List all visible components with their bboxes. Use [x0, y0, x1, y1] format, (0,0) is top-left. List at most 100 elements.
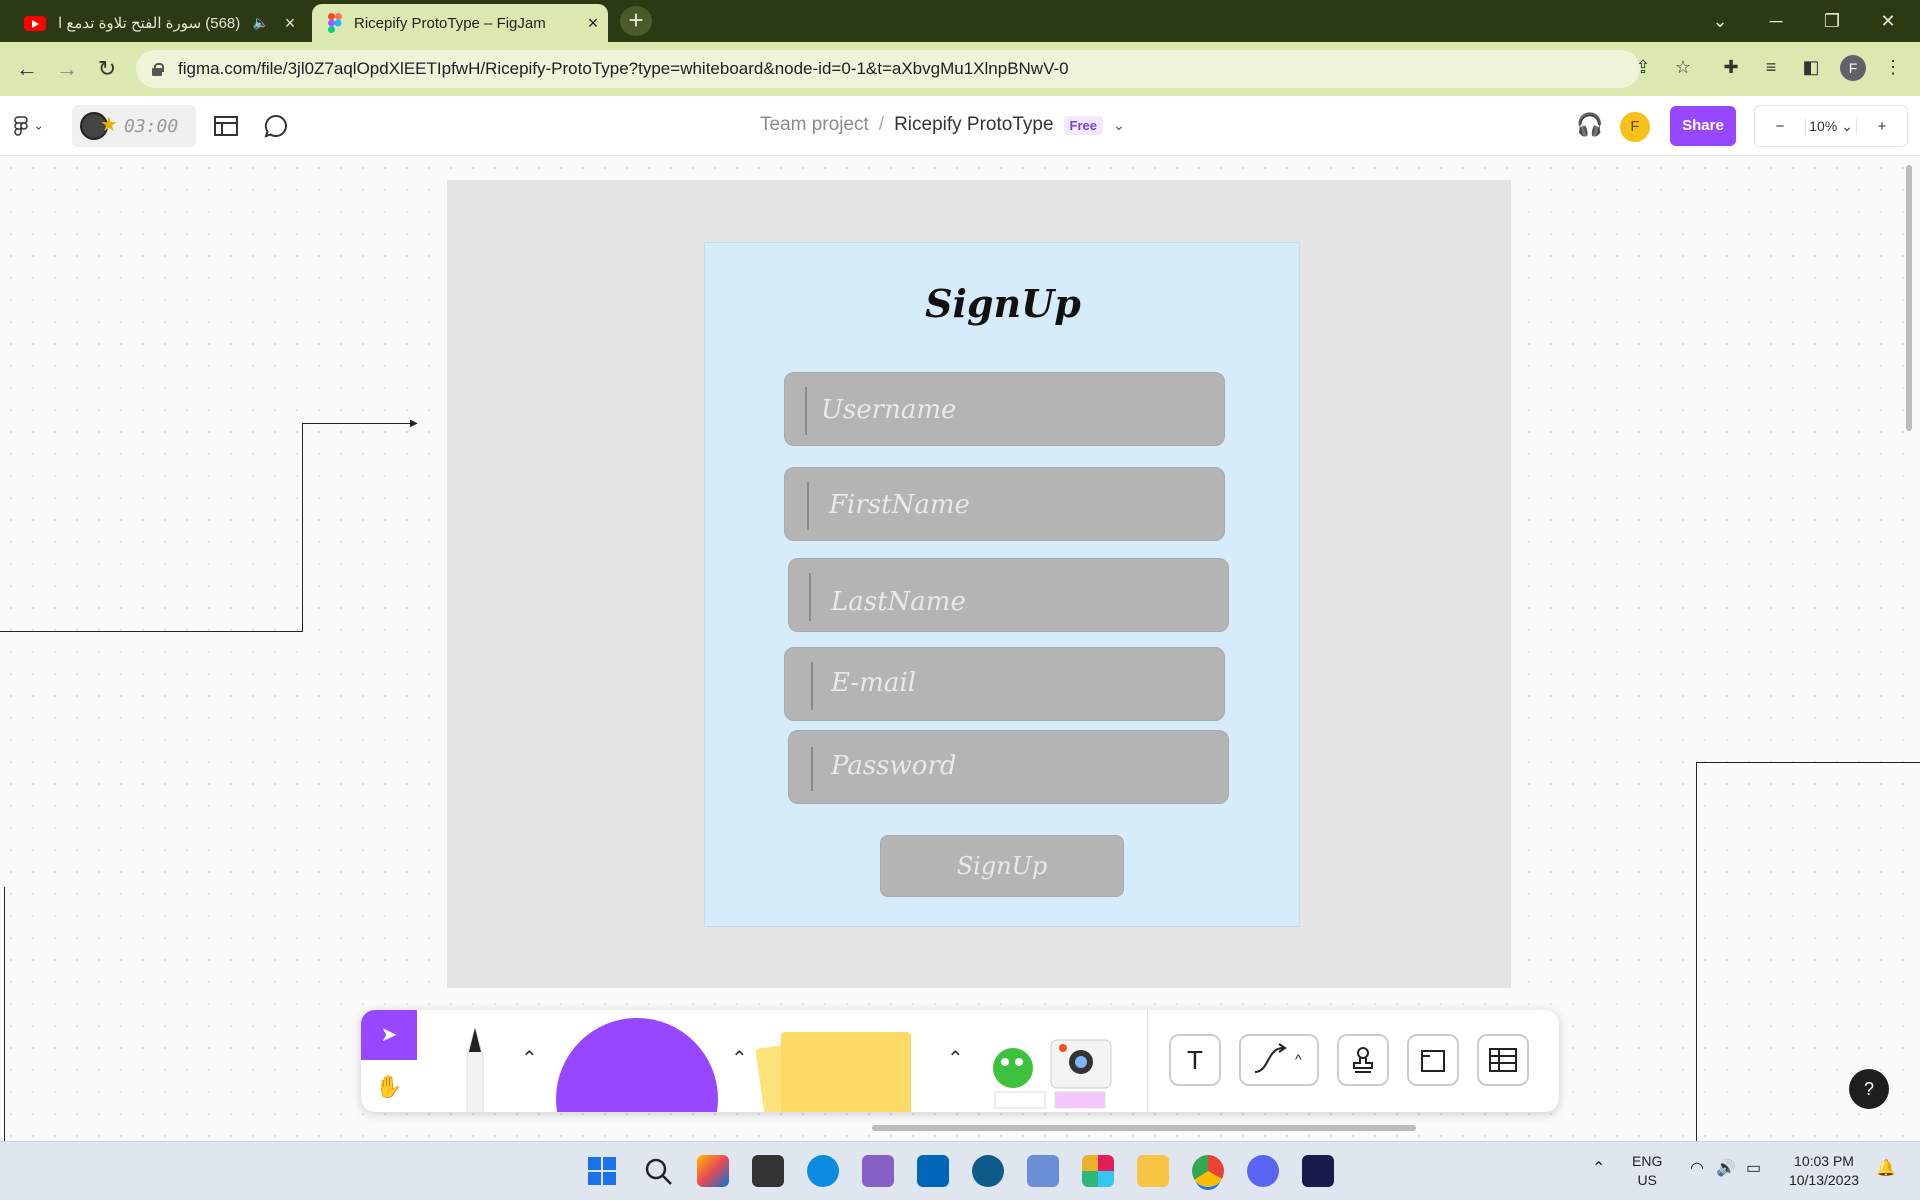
- tab-youtube[interactable]: (568) سورة الفتح تلاوة تدمع ا 🔈 ×: [0, 4, 305, 42]
- url-text[interactable]: figma.com/file/3jl0Z7aqlOpdXlEETIpfwH/Ri…: [178, 59, 1069, 79]
- reload-icon[interactable]: ↻: [90, 52, 124, 86]
- file-title[interactable]: Ricepify ProtoType: [894, 114, 1053, 136]
- connector-line[interactable]: [0, 631, 303, 632]
- breadcrumb-team[interactable]: Team project: [760, 114, 869, 136]
- chevron-up-icon[interactable]: ⌃: [947, 1046, 964, 1071]
- tab-figjam[interactable]: Ricepify ProtoType – FigJam ×: [312, 4, 608, 42]
- connector-tool-button[interactable]: ^: [1239, 1034, 1319, 1086]
- minimize-button[interactable]: ─: [1746, 6, 1806, 36]
- text-caret: [807, 482, 809, 530]
- visual-studio-icon[interactable]: [862, 1155, 894, 1187]
- share-button[interactable]: Share: [1670, 106, 1736, 146]
- shape-tool-button[interactable]: [556, 1018, 718, 1112]
- zoom-out-button[interactable]: −: [1755, 118, 1805, 135]
- address-bar[interactable]: figma.com/file/3jl0Z7aqlOpdXlEETIpfwH/Ri…: [136, 50, 1640, 88]
- comment-icon[interactable]: [260, 110, 292, 142]
- zoom-in-button[interactable]: +: [1857, 118, 1907, 135]
- text-tool-button[interactable]: T: [1169, 1034, 1221, 1086]
- lock-icon[interactable]: [150, 62, 164, 76]
- notification-bell-icon[interactable]: 🔔: [1876, 1158, 1896, 1178]
- lastname-field[interactable]: LastName: [788, 558, 1229, 632]
- table-tool-button[interactable]: [1477, 1034, 1529, 1086]
- photos-icon[interactable]: [1027, 1155, 1059, 1187]
- sticky-note-tool-button[interactable]: [781, 1032, 911, 1112]
- select-tool-button[interactable]: ➤: [361, 1010, 417, 1060]
- edge-icon[interactable]: [807, 1155, 839, 1187]
- horizontal-scrollbar[interactable]: [872, 1125, 1416, 1131]
- store-icon[interactable]: [917, 1155, 949, 1187]
- windows-start-icon[interactable]: [586, 1155, 618, 1187]
- username-placeholder: Username: [821, 395, 957, 425]
- user-avatar[interactable]: F: [1620, 112, 1650, 142]
- zoom-level: 10%: [1809, 117, 1838, 134]
- share-page-icon[interactable]: ⇪: [1628, 52, 1658, 82]
- new-tab-button[interactable]: +: [620, 6, 652, 36]
- chrome-menu-icon[interactable]: ⋮: [1878, 52, 1908, 82]
- volume-icon[interactable]: 🔊: [1716, 1158, 1736, 1178]
- timer-widget[interactable]: ★ 03:00: [72, 105, 196, 147]
- connector-line[interactable]: [302, 423, 414, 424]
- frame-edge[interactable]: [1696, 762, 1697, 1141]
- chrome-icon[interactable]: [1192, 1155, 1224, 1187]
- stamp-tool-button[interactable]: [1337, 1034, 1389, 1086]
- language-indicator[interactable]: ENG US: [1632, 1152, 1662, 1190]
- chevron-up-icon[interactable]: ⌃: [521, 1046, 538, 1071]
- password-placeholder: Password: [831, 751, 957, 781]
- frame-edge[interactable]: [1696, 762, 1920, 763]
- main-menu-button[interactable]: ⌄: [14, 114, 44, 137]
- firstname-field[interactable]: FirstName: [784, 467, 1225, 541]
- whiteboard-canvas[interactable]: ▶ SignUp Username FirstName LastName E-m…: [0, 157, 1920, 1141]
- copilot-preview-icon[interactable]: [697, 1155, 729, 1187]
- intellij-icon[interactable]: [1302, 1155, 1334, 1187]
- username-field[interactable]: Username: [784, 372, 1225, 446]
- task-view-icon[interactable]: [752, 1155, 784, 1187]
- signup-screen[interactable]: SignUp Username FirstName LastName E-mai…: [704, 242, 1300, 927]
- tab-title: Ricepify ProtoType – FigJam: [354, 14, 546, 32]
- chevron-down-icon[interactable]: ⌄: [1113, 117, 1125, 134]
- chevron-up-icon[interactable]: ⌃: [1592, 1158, 1605, 1178]
- battery-icon[interactable]: ▭: [1746, 1158, 1761, 1178]
- close-tab-icon[interactable]: ×: [275, 13, 305, 34]
- stamp-icon: [1353, 1047, 1373, 1073]
- close-tab-icon[interactable]: ×: [578, 13, 608, 34]
- windows-taskbar: ⌃ ENG US ◠ 🔊 ▭ 10:03 PM 10/13/2023 🔔: [0, 1141, 1920, 1200]
- headphones-icon[interactable]: 🎧: [1576, 112, 1603, 138]
- speaker-icon[interactable]: 🔈: [253, 15, 269, 31]
- signup-title: SignUp: [925, 281, 1081, 326]
- back-icon[interactable]: ←: [10, 52, 44, 86]
- connector-line[interactable]: [4, 887, 5, 1141]
- stickers-tool-button[interactable]: [991, 1030, 1121, 1112]
- marker-tool-button[interactable]: [453, 1026, 497, 1112]
- profile-avatar[interactable]: F: [1840, 55, 1866, 81]
- email-field[interactable]: E-mail: [784, 647, 1225, 721]
- connector-line[interactable]: [302, 423, 303, 632]
- timer-avatar-icon: ★: [80, 112, 118, 140]
- media-control-icon[interactable]: ≡: [1756, 52, 1786, 82]
- close-window-button[interactable]: ✕: [1858, 6, 1918, 36]
- teamviewer-icon[interactable]: [972, 1155, 1004, 1187]
- discord-icon[interactable]: [1247, 1155, 1279, 1187]
- side-panel-icon[interactable]: ◧: [1796, 52, 1826, 82]
- chevron-up-icon[interactable]: ⌃: [731, 1046, 748, 1071]
- zoom-level-dropdown[interactable]: 10% ⌄: [1805, 117, 1857, 135]
- vertical-scrollbar[interactable]: [1906, 165, 1912, 431]
- password-field[interactable]: Password: [788, 730, 1229, 804]
- browser-tab-bar: (568) سورة الفتح تلاوة تدمع ا 🔈 × Ricepi…: [0, 0, 1920, 42]
- clock-date: 10/13/2023: [1788, 1172, 1860, 1188]
- hand-tool-button[interactable]: ✋: [361, 1062, 417, 1112]
- section-tool-button[interactable]: [1407, 1034, 1459, 1086]
- slack-icon[interactable]: [1082, 1155, 1114, 1187]
- star-icon: ★: [100, 114, 118, 136]
- file-explorer-icon[interactable]: [1137, 1155, 1169, 1187]
- wifi-icon[interactable]: ◠: [1690, 1158, 1704, 1178]
- clock[interactable]: 10:03 PM 10/13/2023: [1786, 1152, 1862, 1190]
- search-icon[interactable]: [642, 1155, 674, 1187]
- forward-icon[interactable]: →: [50, 52, 84, 86]
- tab-search-icon[interactable]: ⌄: [1690, 6, 1750, 36]
- signup-submit-button[interactable]: SignUp: [880, 835, 1124, 897]
- help-button[interactable]: ?: [1849, 1069, 1889, 1109]
- extensions-icon[interactable]: ✚: [1716, 52, 1746, 82]
- bookmark-star-icon[interactable]: ☆: [1668, 52, 1698, 82]
- layout-icon[interactable]: [210, 110, 242, 142]
- restore-button[interactable]: ❐: [1802, 6, 1862, 36]
